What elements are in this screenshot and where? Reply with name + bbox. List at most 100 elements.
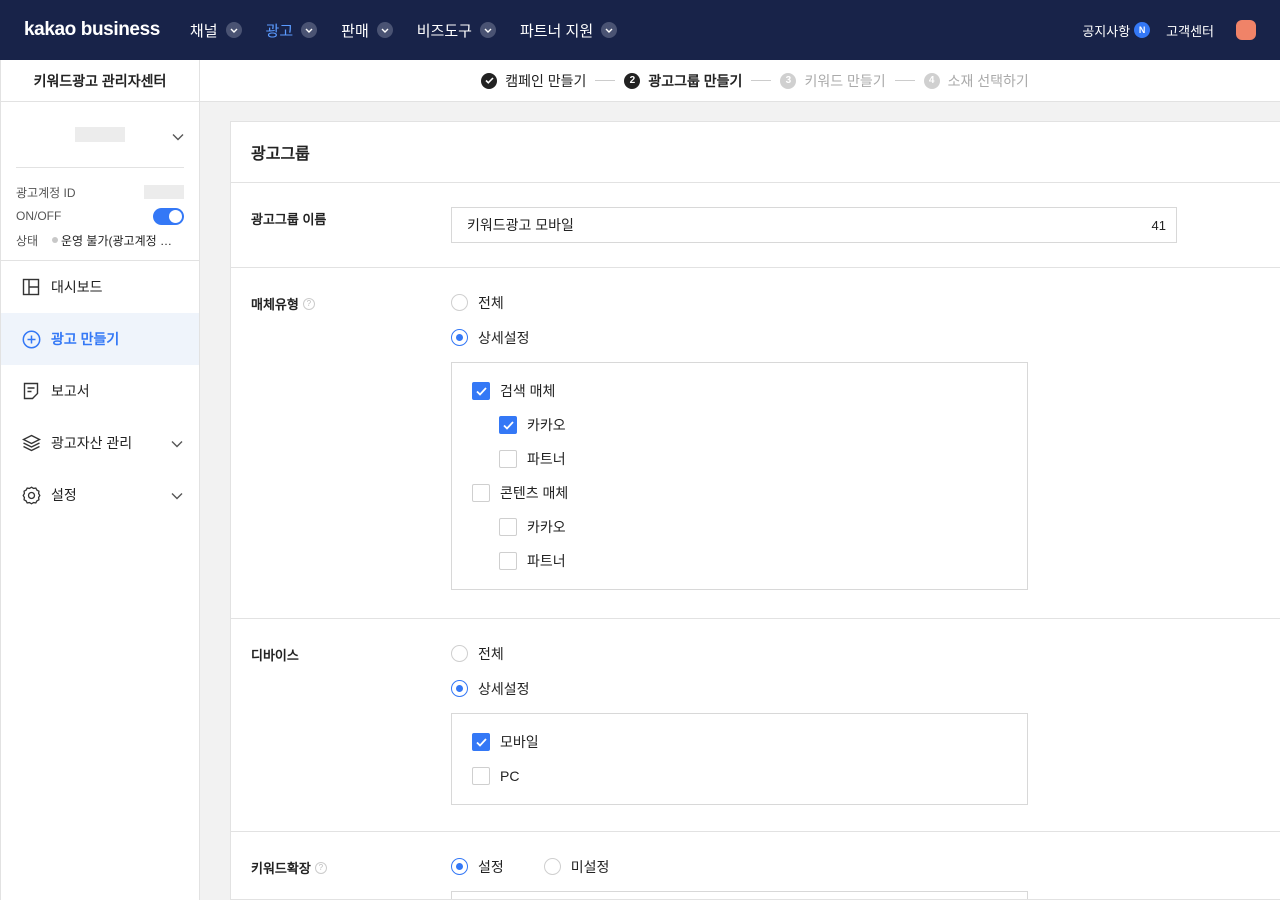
media-radio-detail[interactable]: 상세설정: [451, 328, 530, 348]
label-text: 광고그룹 이름: [251, 212, 327, 227]
account-id-label: 광고계정 ID: [16, 185, 76, 200]
sidebar-item-label: 설정: [51, 487, 77, 503]
step-divider: [894, 80, 915, 81]
radio-label: 전체: [478, 294, 504, 311]
account-info: 광고계정 ID ON/OFF 상태 운영 불가(광고계정 …: [1, 168, 199, 261]
nav-item-channel[interactable]: 채널: [190, 20, 242, 41]
radio-label: 상세설정: [478, 329, 530, 346]
account-onoff-toggle[interactable]: [153, 207, 184, 225]
checkbox-label: 모바일: [500, 734, 539, 750]
sidebar-item-dashboard[interactable]: 대시보드: [1, 261, 199, 313]
radio-label: 미설정: [570, 858, 610, 875]
user-avatar[interactable]: [1236, 20, 1256, 40]
adgroup-name-input[interactable]: 키워드광고 모바일 41: [451, 207, 1177, 243]
toggle-knob: [169, 209, 182, 223]
checkbox-content-partner[interactable]: 파트너: [472, 544, 1027, 578]
checkbox-search-media[interactable]: 검색 매체: [472, 374, 1027, 408]
nav-item-label: 판매: [341, 22, 369, 40]
plus-circle-icon: [21, 329, 41, 349]
step-adgroup: 2 광고그룹 만들기: [624, 71, 742, 91]
step-campaign: 캠페인 만들기: [481, 71, 586, 91]
sidebar-item-create-ad[interactable]: 광고 만들기: [1, 313, 199, 365]
step-label: 키워드 만들기: [804, 72, 886, 89]
status-label: 상태: [16, 233, 39, 248]
nav-item-label: 비즈도구: [416, 22, 472, 40]
support-link[interactable]: 고객센터: [1166, 21, 1214, 40]
radio-label: 전체: [478, 645, 504, 662]
chevron-down-icon: [601, 22, 618, 38]
sidebar-item-report[interactable]: 보고서: [1, 365, 199, 417]
checkbox-content-kakao[interactable]: 카카오: [472, 510, 1027, 544]
step-label: 캠페인 만들기: [505, 72, 587, 89]
media-type-controls: 전체 상세설정 검색 매체 카카오 파트너 콘텐츠 매체 카카오 파트너: [451, 285, 1280, 590]
checkbox: [472, 767, 490, 785]
account-selector[interactable]: [16, 102, 184, 168]
nav-right-group: 공지사항 N 고객센터: [1082, 20, 1256, 40]
help-icon[interactable]: ?: [314, 861, 327, 874]
checkbox-label: 검색 매체: [500, 383, 556, 399]
device-radio-detail[interactable]: 상세설정: [451, 679, 530, 699]
nav-item-partner-support[interactable]: 파트너 지원: [519, 20, 618, 41]
device-radio-all[interactable]: 전체: [451, 644, 504, 664]
checkbox-checked: [499, 416, 517, 434]
sidebar-item-settings[interactable]: 설정: [1, 469, 199, 521]
chevron-down-icon: [479, 22, 496, 38]
step-keyword: 3 키워드 만들기: [780, 71, 886, 91]
sidebar-item-label: 광고자산 관리: [51, 435, 133, 451]
notice-link[interactable]: 공지사항 N: [1082, 21, 1151, 40]
label-text: 매체유형: [251, 297, 299, 312]
step-divider: [751, 80, 772, 81]
checkbox-label: 카카오: [527, 519, 566, 535]
gear-icon: [21, 485, 41, 505]
report-icon: [21, 381, 41, 401]
radio-button: [451, 294, 468, 311]
notice-label: 공지사항: [1082, 23, 1131, 39]
step-label: 소재 선택하기: [947, 72, 1029, 89]
checkbox-label: 콘텐츠 매체: [500, 485, 569, 501]
checkbox-pc[interactable]: PC: [472, 759, 1027, 793]
chevron-down-icon: [225, 22, 242, 38]
nav-item-label: 파트너 지원: [519, 22, 594, 40]
checkbox-label: 파트너: [527, 553, 566, 569]
nav-item-label: 광고: [265, 22, 294, 40]
chevron-down-icon: [171, 435, 183, 451]
device-section: 디바이스 전체 상세설정 모바일 PC: [231, 619, 1280, 832]
help-icon[interactable]: ?: [302, 297, 315, 310]
nav-item-biz-tools[interactable]: 비즈도구: [417, 20, 496, 41]
keyword-extension-section: 키워드확장 ? 설정 미설정: [231, 832, 1280, 899]
checkbox-checked: [472, 382, 490, 400]
keyword-ext-radio-on[interactable]: 설정: [451, 857, 504, 877]
checkbox: [499, 450, 517, 468]
radio-button-selected: [451, 680, 468, 697]
kakao-business-logo[interactable]: kakao business: [24, 19, 160, 41]
checkbox-checked: [472, 733, 490, 751]
checkbox-content-media[interactable]: 콘텐츠 매체: [472, 476, 1027, 510]
nav-item-ads[interactable]: 광고: [266, 20, 318, 41]
checkbox: [499, 518, 517, 536]
media-radio-all[interactable]: 전체: [451, 293, 504, 313]
checkbox-label: 파트너: [527, 451, 566, 467]
status-value: 운영 불가(광고계정 …: [61, 233, 172, 248]
onoff-label: ON/OFF: [16, 209, 62, 223]
step-label: 광고그룹 만들기: [648, 72, 743, 89]
account-name-placeholder: [75, 127, 125, 142]
adgroup-name-label: 광고그룹 이름: [251, 209, 326, 228]
checkbox-search-partner[interactable]: 파트너: [472, 442, 1027, 476]
chevron-down-icon: [172, 128, 184, 146]
checkbox-search-kakao[interactable]: 카카오: [472, 408, 1027, 442]
step-number: 3: [780, 72, 797, 89]
device-label: 디바이스: [251, 645, 299, 664]
radio-button: [543, 858, 561, 875]
device-detail-box: 모바일 PC: [451, 713, 1028, 805]
chevron-down-icon: [171, 487, 183, 503]
sidebar-item-label: 대시보드: [51, 279, 103, 295]
checkbox-mobile[interactable]: 모바일: [472, 725, 1027, 759]
radio-button-selected: [451, 858, 468, 875]
sidebar-item-ad-assets[interactable]: 광고자산 관리: [1, 417, 199, 469]
step-number: 2: [624, 72, 641, 89]
checkbox: [472, 484, 490, 502]
check-icon: [481, 72, 498, 89]
nav-item-sales[interactable]: 판매: [341, 20, 393, 41]
keyword-ext-radio-off[interactable]: 미설정: [543, 857, 610, 877]
checkbox-label: PC: [500, 768, 520, 784]
